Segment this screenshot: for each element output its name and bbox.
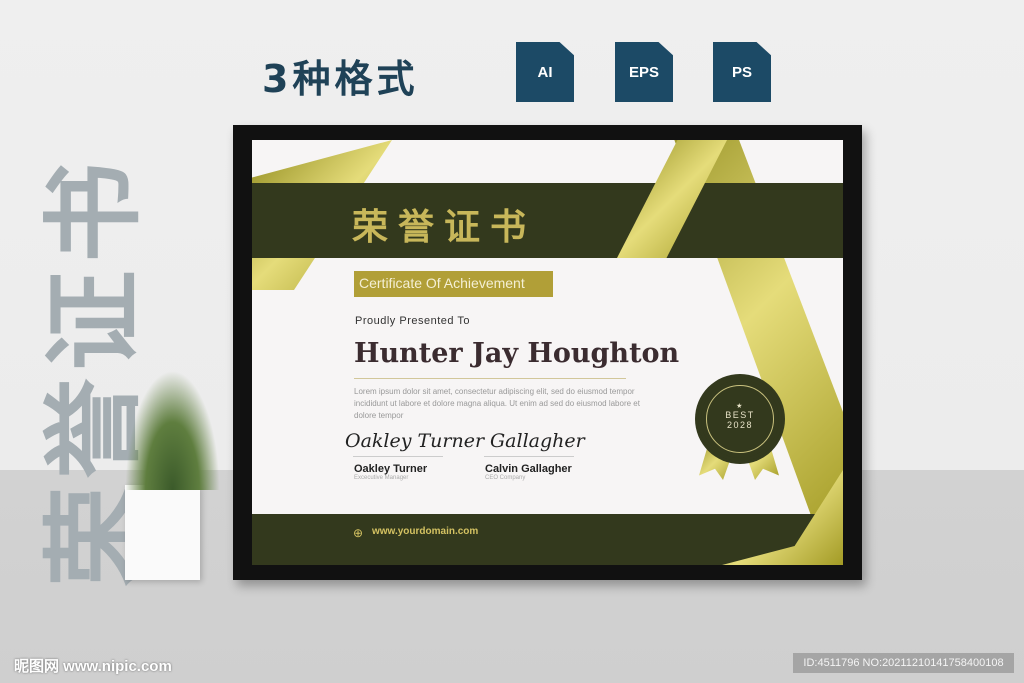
plant-leaves [125, 370, 220, 490]
image-id: ID:4511796 NO:20211210141758400108 [793, 653, 1014, 673]
ps-file-icon: PS [713, 42, 771, 102]
globe-icon: ⊕ [353, 526, 364, 540]
divider [354, 378, 626, 379]
website-link: www.yourdomain.com [372, 526, 479, 537]
signer-role: Excecutive Manager [354, 475, 409, 481]
certificate-subtitle: Certificate Of Achievement [354, 271, 553, 297]
signer-1: Oakley Turner Oakley Turner Excecutive M… [345, 430, 484, 481]
best-badge: ★ BEST 2028 [698, 377, 782, 461]
signer-2: Gallagher Calvin Gallagher CEO Company [482, 430, 585, 481]
plant-pot [125, 485, 200, 580]
signer-role: CEO Company [485, 475, 526, 481]
eps-file-icon: EPS [615, 42, 673, 102]
signature-line [484, 456, 574, 457]
body-text: Lorem ipsum dolor sit amet, consectetur … [354, 387, 640, 420]
formats-title: 3种格式 [262, 57, 419, 101]
title-band [252, 183, 843, 258]
presented-to: Proudly Presented To [355, 315, 470, 327]
signature: Gallagher [490, 430, 585, 452]
recipient-name: Hunter Jay Houghton [354, 338, 680, 369]
signer-name: Oakley Turner [354, 463, 428, 475]
signature: Oakley Turner [345, 430, 485, 452]
side-vertical-text: 荣誉证书 [35, 154, 153, 586]
ai-file-icon: AI [516, 42, 574, 102]
signature-line [353, 456, 443, 457]
certificate-title: 荣誉证书 [352, 206, 537, 248]
certificate: 荣誉证书 Certificate Of Achievement Proudly … [252, 140, 843, 565]
signer-name: Calvin Gallagher [485, 463, 572, 475]
nipic-logo: 昵图网 www.nipic.com [14, 658, 172, 675]
